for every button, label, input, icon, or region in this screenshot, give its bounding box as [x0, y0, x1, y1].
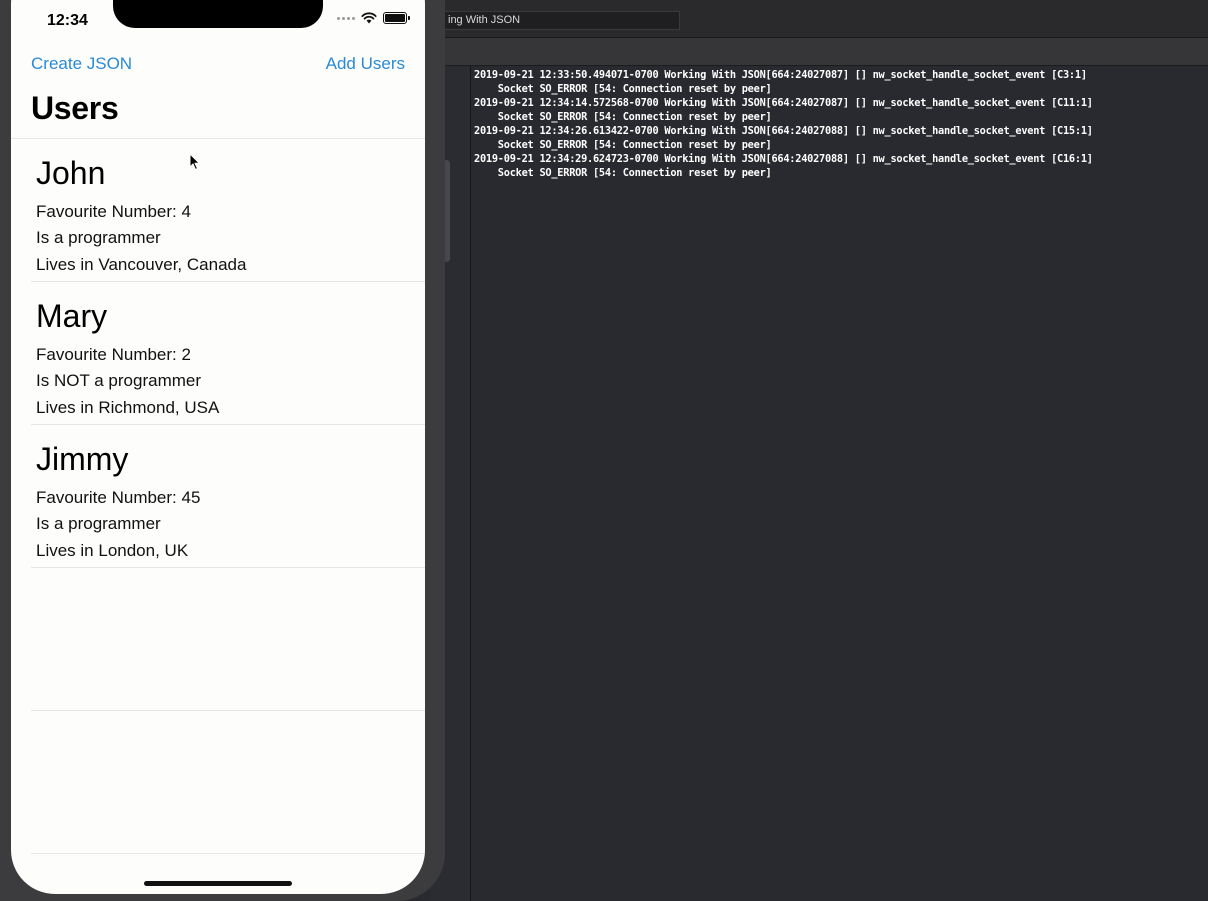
mouse-cursor-icon	[189, 152, 201, 176]
wifi-icon	[361, 12, 377, 24]
user-name: Mary	[36, 298, 108, 334]
user-programmer-status: Is a programmer	[36, 514, 161, 533]
user-location: Lives in Vancouver, Canada	[36, 255, 247, 274]
console-line: 2019-09-21 12:34:26.613422-0700 Working …	[474, 125, 1093, 137]
empty-row	[31, 711, 425, 854]
user-favourite-number: Favourite Number: 2	[36, 345, 191, 364]
table-row[interactable]: John Favourite Number: 4 Is a programmer…	[31, 139, 425, 282]
console-line: 2019-09-21 12:34:29.624723-0700 Working …	[474, 153, 1093, 165]
home-indicator[interactable]	[144, 881, 292, 886]
user-favourite-number: Favourite Number: 4	[36, 202, 191, 221]
page-title: Users	[31, 90, 119, 126]
table-row[interactable]: Jimmy Favourite Number: 45 Is a programm…	[31, 425, 425, 568]
user-favourite-number: Favourite Number: 45	[36, 488, 201, 507]
xcode-toolbar: ing With JSON	[430, 0, 1208, 38]
console-line: Socket SO_ERROR [54: Connection reset by…	[474, 83, 772, 95]
console-line: 2019-09-21 12:33:50.494071-0700 Working …	[474, 69, 1087, 81]
desktop: ing With JSON 2019-09-21 12:33:50.494071…	[0, 0, 1208, 901]
status-icons	[337, 12, 410, 24]
device-notch	[113, 0, 323, 28]
user-name: John	[36, 155, 106, 191]
create-json-button[interactable]: Create JSON	[31, 54, 132, 74]
empty-row	[31, 568, 425, 711]
console-line: 2019-09-21 12:34:14.572568-0700 Working …	[474, 97, 1093, 109]
console-line: Socket SO_ERROR [54: Connection reset by…	[474, 167, 772, 179]
table-row[interactable]: Mary Favourite Number: 2 Is NOT a progra…	[31, 282, 425, 425]
simulator-screen: 12:34 Create JSON Add Users Users John F…	[11, 0, 425, 894]
xcode-window-title: ing With JSON	[430, 11, 680, 30]
console-line: Socket SO_ERROR [54: Connection reset by…	[474, 111, 772, 123]
console-line: Socket SO_ERROR [54: Connection reset by…	[474, 139, 772, 151]
xcode-tab-bar	[430, 38, 1208, 66]
user-name: Jimmy	[36, 441, 129, 477]
users-table[interactable]: John Favourite Number: 4 Is a programmer…	[11, 139, 425, 854]
battery-icon	[383, 12, 410, 24]
add-users-button[interactable]: Add Users	[326, 54, 405, 74]
user-programmer-status: Is a programmer	[36, 228, 161, 247]
signal-icon	[337, 16, 355, 20]
user-location: Lives in Richmond, USA	[36, 398, 220, 417]
user-location: Lives in London, UK	[36, 541, 189, 560]
simulator-frame: 12:34 Create JSON Add Users Users John F…	[0, 0, 445, 901]
debug-console[interactable]: 2019-09-21 12:33:50.494071-0700 Working …	[472, 66, 1208, 901]
user-programmer-status: Is NOT a programmer	[36, 371, 202, 390]
status-time: 12:34	[47, 12, 88, 29]
